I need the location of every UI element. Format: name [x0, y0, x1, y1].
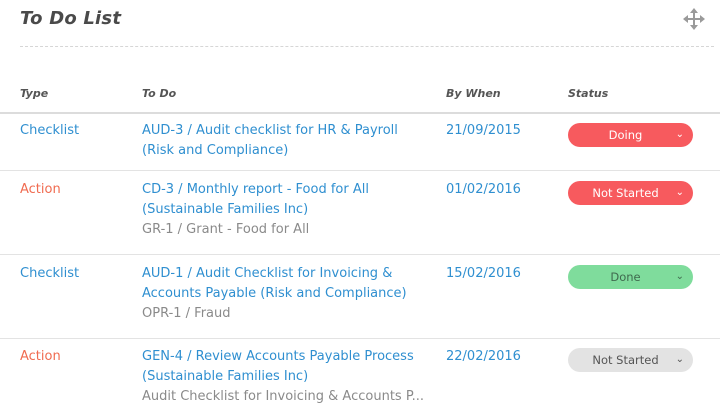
todo-parent: Audit Checklist for Invoicing & Accounts…: [142, 389, 425, 404]
page-title: To Do List: [20, 8, 122, 29]
todo-parent: GR-1 / Grant - Food for All: [142, 222, 310, 237]
status-label: Done: [610, 270, 641, 284]
status-dropdown[interactable]: Not Started ⌄: [568, 348, 693, 372]
row-type: Action: [20, 182, 61, 197]
widget-header: To Do List: [0, 0, 720, 50]
column-header-type: Type: [20, 87, 49, 100]
due-date: 21/09/2015: [446, 123, 521, 138]
table-row: Checklist AUD-1 / Audit Checklist for In…: [0, 255, 720, 339]
chevron-down-icon: ⌄: [675, 354, 684, 365]
row-type: Checklist: [20, 266, 80, 281]
due-date: 01/02/2016: [446, 182, 521, 197]
status-label: Not Started: [592, 353, 659, 367]
status-label: Not Started: [592, 186, 659, 200]
todo-parent: OPR-1 / Fraud: [142, 306, 231, 321]
chevron-down-icon: ⌄: [675, 271, 684, 282]
todo-link-line2: (Sustainable Families Inc): [142, 369, 309, 384]
todo-link[interactable]: CD-3 / Monthly report - Food for All (Su…: [142, 180, 432, 220]
table-row: Action GEN-4 / Review Accounts Payable P…: [0, 339, 720, 410]
column-header-todo: To Do: [142, 87, 177, 100]
todo-link[interactable]: AUD-1 / Audit Checklist for Invoicing & …: [142, 264, 432, 304]
chevron-down-icon: ⌄: [675, 129, 684, 140]
table-row: Checklist AUD-3 / Audit checklist for HR…: [0, 113, 720, 171]
due-date: 22/02/2016: [446, 349, 521, 364]
table-row: Action CD-3 / Monthly report - Food for …: [0, 171, 720, 255]
due-date: 15/02/2016: [446, 266, 521, 281]
column-header-by-when: By When: [446, 87, 501, 100]
table-header: Type To Do By When Status: [0, 85, 720, 114]
todo-link-line1: GEN-4 / Review Accounts Payable Process: [142, 349, 414, 364]
status-dropdown[interactable]: Doing ⌄: [568, 123, 693, 147]
todo-link-line2: Accounts Payable (Risk and Compliance): [142, 286, 407, 301]
todo-link-line2: (Risk and Compliance): [142, 143, 289, 158]
status-label: Doing: [608, 128, 643, 142]
todo-link-line1: CD-3 / Monthly report - Food for All: [142, 182, 369, 197]
column-header-status: Status: [568, 87, 609, 100]
status-dropdown[interactable]: Not Started ⌄: [568, 181, 693, 205]
header-divider: [20, 46, 714, 47]
todo-link-line1: AUD-1 / Audit Checklist for Invoicing &: [142, 266, 393, 281]
todo-link[interactable]: GEN-4 / Review Accounts Payable Process …: [142, 347, 432, 387]
move-arrows-icon[interactable]: [683, 8, 705, 30]
todo-link-line1: AUD-3 / Audit checklist for HR & Payroll: [142, 123, 398, 138]
row-type: Action: [20, 349, 61, 364]
row-type: Checklist: [20, 123, 80, 138]
chevron-down-icon: ⌄: [675, 187, 684, 198]
status-dropdown[interactable]: Done ⌄: [568, 265, 693, 289]
todo-link-line2: (Sustainable Families Inc): [142, 202, 309, 217]
todo-link[interactable]: AUD-3 / Audit checklist for HR & Payroll…: [142, 121, 432, 161]
